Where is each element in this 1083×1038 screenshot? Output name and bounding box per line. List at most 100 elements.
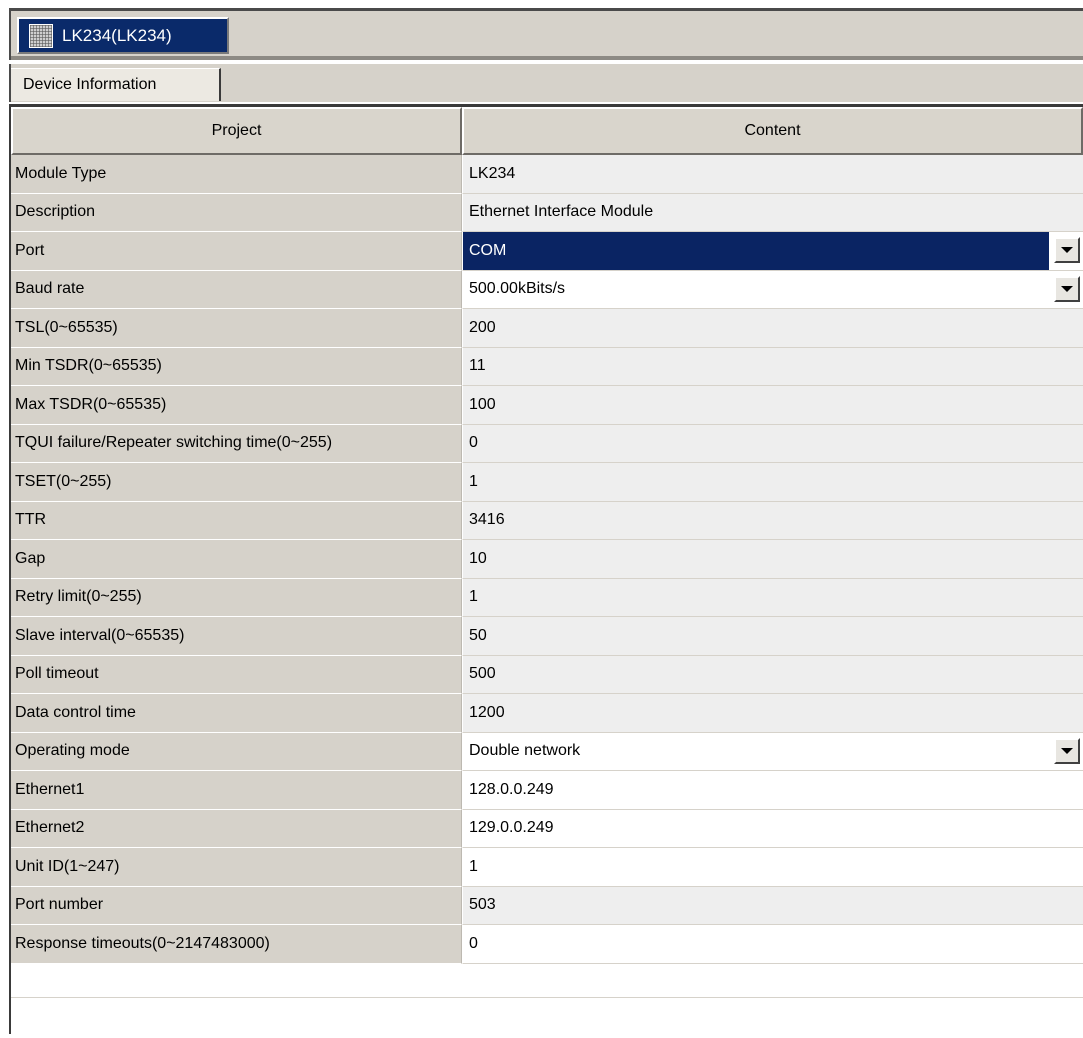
table-row[interactable]: Slave interval(0~65535) 50 [11, 617, 1083, 656]
property-name: Gap [11, 540, 462, 579]
table-row[interactable]: Gap 10 [11, 540, 1083, 579]
property-name: Unit ID(1~247) [11, 848, 462, 887]
table-row[interactable]: TSL(0~65535) 200 [11, 309, 1083, 348]
property-name: TSL(0~65535) [11, 309, 462, 348]
sub-tab-strip: Device Information [9, 64, 1083, 102]
property-name: Poll timeout [11, 655, 462, 694]
property-value: 11 [462, 347, 1083, 386]
property-value: 1 [462, 578, 1083, 617]
property-value-text: 128.0.0.249 [469, 780, 554, 798]
table-row[interactable]: Ethernet2 129.0.0.249 [11, 809, 1083, 848]
property-value-text: 0 [469, 434, 478, 452]
property-value-text: Double network [469, 742, 581, 760]
property-name: Ethernet1 [11, 771, 462, 810]
property-value-text: 129.0.0.249 [469, 819, 554, 837]
document-tab-strip: LK234(LK234) [9, 8, 1083, 60]
column-header-project[interactable]: Project [11, 107, 462, 155]
property-value-text: 200 [469, 318, 496, 336]
tab-label: Device Information [23, 76, 157, 93]
grid-empty-area [11, 997, 1083, 1034]
property-value: 50 [462, 617, 1083, 656]
property-name: TTR [11, 501, 462, 540]
property-name: TSET(0~255) [11, 463, 462, 502]
property-name: Data control time [11, 694, 462, 733]
selection-highlight [463, 232, 1049, 270]
property-value[interactable]: 1 [462, 848, 1083, 887]
property-value-text: 500 [469, 665, 496, 683]
property-value-text: 503 [469, 896, 496, 914]
property-value-text: 3416 [469, 511, 505, 529]
property-value: 0 [462, 424, 1083, 463]
table-row[interactable]: Poll timeout 500 [11, 655, 1083, 694]
table-row[interactable]: Baud rate 500.00kBits/s [11, 270, 1083, 309]
property-value: 200 [462, 309, 1083, 348]
table-row[interactable]: Data control time 1200 [11, 694, 1083, 733]
property-value-text: 10 [469, 549, 487, 567]
dropdown-arrow-icon[interactable] [1054, 237, 1080, 263]
property-value-text: 50 [469, 626, 487, 644]
property-name: Ethernet2 [11, 809, 462, 848]
property-value[interactable]: 129.0.0.249 [462, 809, 1083, 848]
table-row[interactable]: Port COM [11, 232, 1083, 271]
property-name: Response timeouts(0~2147483000) [11, 925, 462, 964]
property-value: LK234 [462, 155, 1083, 194]
property-value-text: LK234 [469, 164, 516, 182]
property-value-text: 1 [469, 588, 478, 606]
table-row[interactable]: Min TSDR(0~65535) 11 [11, 347, 1083, 386]
property-value[interactable]: 128.0.0.249 [462, 771, 1083, 810]
property-value[interactable]: 500.00kBits/s [462, 270, 1083, 309]
property-value-text: 500.00kBits/s [469, 280, 566, 298]
column-header-content[interactable]: Content [462, 107, 1083, 155]
tab-device-information[interactable]: Device Information [11, 68, 221, 101]
property-value: 100 [462, 386, 1083, 425]
property-name: Slave interval(0~65535) [11, 617, 462, 656]
property-name: Max TSDR(0~65535) [11, 386, 462, 425]
grid-body: Module Type LK234 Description Ethernet Inte… [11, 155, 1083, 964]
grid-header: Project Content [11, 107, 1083, 155]
property-name: Baud rate [11, 270, 462, 309]
property-name: TQUI failure/Repeater switching time(0~2… [11, 424, 462, 463]
table-row[interactable]: TSET(0~255) 1 [11, 463, 1083, 502]
dropdown-arrow-icon[interactable] [1054, 737, 1080, 764]
property-name: Port [11, 232, 462, 271]
table-row[interactable]: Max TSDR(0~65535) 100 [11, 386, 1083, 425]
property-name: Module Type [11, 155, 462, 194]
tab-strip-divider [11, 56, 1083, 60]
property-value: Ethernet Interface Module [462, 193, 1083, 232]
property-value-text: Ethernet Interface Module [469, 203, 654, 221]
property-value-text: 1200 [469, 703, 505, 721]
property-name: Min TSDR(0~65535) [11, 347, 462, 386]
property-value: 500 [462, 655, 1083, 694]
property-value-text: 0 [469, 934, 478, 952]
table-row[interactable]: Ethernet1 128.0.0.249 [11, 771, 1083, 810]
table-row[interactable]: Port number 503 [11, 886, 1083, 925]
dropdown-arrow-icon[interactable] [1054, 275, 1080, 302]
table-row[interactable]: Operating mode Double network [11, 732, 1083, 771]
property-value-text: 11 [469, 357, 486, 375]
table-row[interactable]: Retry limit(0~255) 1 [11, 578, 1083, 617]
property-value[interactable]: COM [462, 232, 1083, 271]
property-name: Operating mode [11, 732, 462, 771]
document-tab-lk234[interactable]: LK234(LK234) [17, 17, 229, 54]
property-value: 10 [462, 540, 1083, 579]
table-row[interactable]: Description Ethernet Interface Module [11, 193, 1083, 232]
property-value[interactable]: Double network [462, 732, 1083, 771]
property-value: 1200 [462, 694, 1083, 733]
document-tab-label: LK234(LK234) [62, 25, 172, 45]
property-value: 3416 [462, 501, 1083, 540]
table-row[interactable]: Unit ID(1~247) 1 [11, 848, 1083, 887]
module-icon [29, 23, 53, 48]
property-value-text: 1 [469, 472, 478, 490]
property-value-text: 100 [469, 395, 496, 413]
property-value-text: 1 [469, 857, 478, 875]
property-name: Retry limit(0~255) [11, 578, 462, 617]
table-row[interactable]: Response timeouts(0~2147483000) 0 [11, 925, 1083, 964]
property-value[interactable]: 0 [462, 925, 1083, 964]
table-row[interactable]: Module Type LK234 [11, 155, 1083, 194]
table-row[interactable]: TTR 3416 [11, 501, 1083, 540]
table-row[interactable]: TQUI failure/Repeater switching time(0~2… [11, 424, 1083, 463]
property-name: Description [11, 193, 462, 232]
property-grid: Project Content Module Type LK234 Descript… [9, 104, 1083, 1034]
property-value-text: COM [469, 241, 507, 259]
property-value: 503 [462, 886, 1083, 925]
